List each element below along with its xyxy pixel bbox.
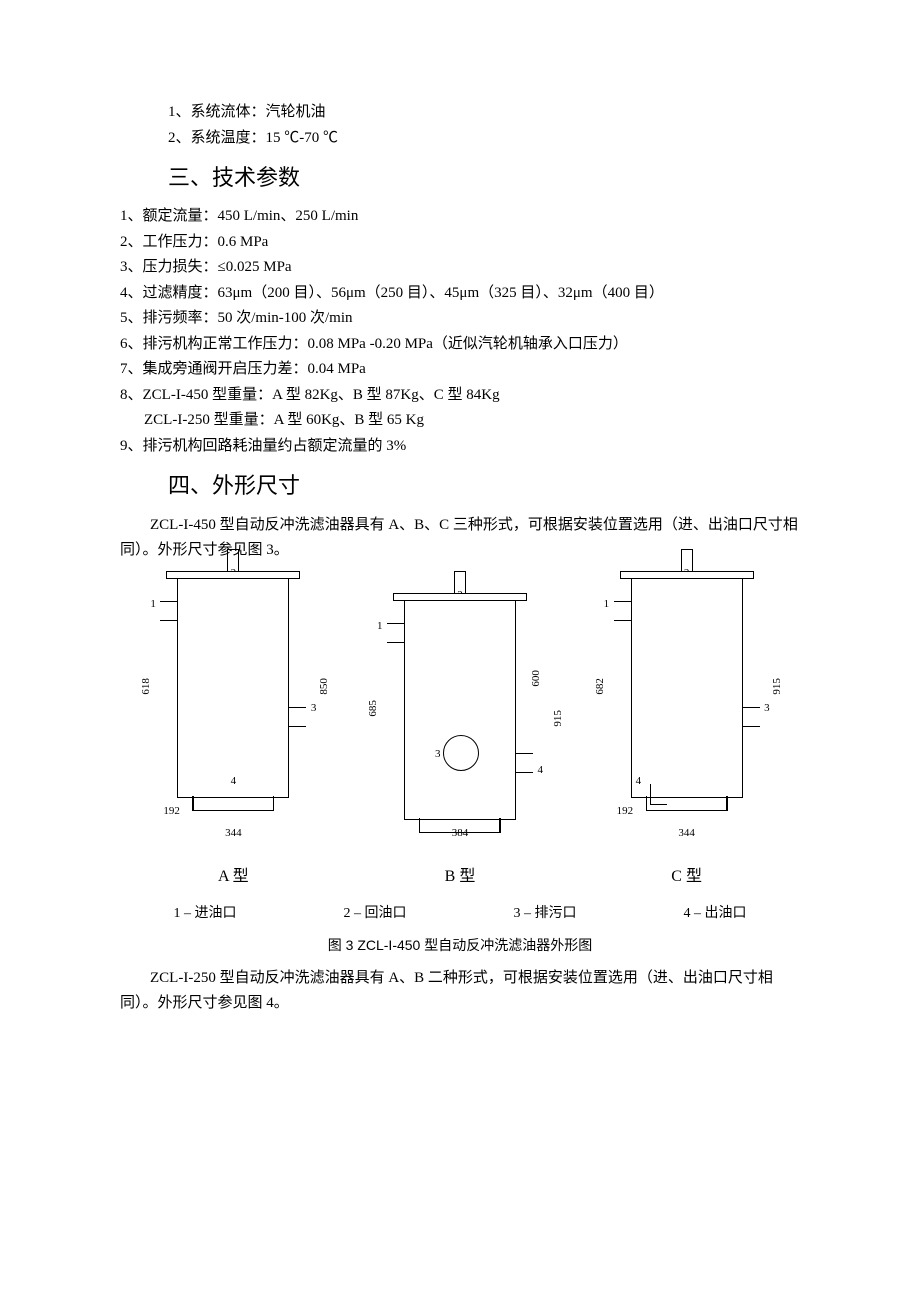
pretext-line-2: 2、系统温度：15 ℃-70 ℃ — [120, 126, 800, 152]
vessel-a-icon: 1 3 4 618 850 — [177, 576, 289, 798]
dim-c-w2: 344 — [678, 824, 695, 843]
legend-4: 4 – 出油口 — [684, 902, 747, 926]
dim-b-h3: 915 — [549, 711, 568, 728]
port-4-b-label: 4 — [537, 761, 543, 780]
legend-2: 2 – 回油口 — [344, 902, 407, 926]
section-4-heading: 四、外形尺寸 — [120, 467, 800, 504]
port-4-c-label: 4 — [636, 772, 642, 791]
port-3-b-label: 3 — [435, 745, 441, 764]
port-3-a-icon — [288, 707, 306, 727]
legend-3: 3 – 排污口 — [514, 902, 577, 926]
param-item-8b: ZCL-I-250 型重量：A 型 60Kg、B 型 65 Kg — [120, 408, 800, 434]
port-3-c-icon — [742, 707, 760, 727]
port-1-a-icon — [160, 601, 178, 621]
dim-b-h1: 685 — [364, 701, 383, 718]
type-b-label: B 型 — [445, 863, 476, 890]
dim-a-w1: 192 — [163, 802, 180, 821]
param-item-2: 2、工作压力：0.6 MPa — [120, 230, 800, 256]
figure-3: 2 1 3 4 618 850 192 344 2 — [120, 576, 800, 958]
param-item-1: 1、额定流量：450 L/min、250 L/min — [120, 204, 800, 230]
port-3-b-icon — [443, 735, 479, 771]
diagram-a: 2 1 3 4 618 850 192 344 — [133, 576, 333, 843]
port-1-c-icon — [614, 601, 632, 621]
dim-b-h2: 600 — [527, 671, 546, 688]
param-item-5: 5、排污频率：50 次/min-100 次/min — [120, 306, 800, 332]
tech-params-list: 1、额定流量：450 L/min、250 L/min 2、工作压力：0.6 MP… — [120, 204, 800, 459]
port-1-b-icon — [387, 623, 405, 643]
param-item-3: 3、压力损失：≤0.025 MPa — [120, 255, 800, 281]
pretext-line-1: 1、系统流体：汽轮机油 — [120, 100, 800, 126]
param-item-8: 8、ZCL-I-450 型重量：A 型 82Kg、B 型 87Kg、C 型 84… — [120, 383, 800, 409]
port-4-a-label: 4 — [231, 772, 237, 791]
port-1-c-label: 1 — [604, 595, 610, 614]
port-4-b-icon — [515, 753, 533, 773]
dim-c-w1: 192 — [617, 802, 634, 821]
diagram-b: 2 1 3 4 685 600 915 384 — [360, 598, 560, 843]
dim-a-w2: 344 — [225, 824, 242, 843]
section-3-heading: 三、技术参数 — [120, 159, 800, 196]
vessel-b-icon: 1 3 4 685 600 915 — [404, 598, 516, 820]
dim-c-h2: 915 — [768, 678, 787, 695]
type-c-label: C 型 — [671, 863, 702, 890]
dim-a-h1: 618 — [137, 678, 156, 695]
section-4-para-1: ZCL-I-450 型自动反冲洗滤油器具有 A、B、C 三种形式，可根据安装位置… — [120, 513, 800, 564]
param-item-9: 9、排污机构回路耗油量约占额定流量的 3% — [120, 434, 800, 460]
dim-a-h2: 850 — [315, 678, 334, 695]
port-1-b-label: 1 — [377, 617, 383, 636]
vessel-c-icon: 1 3 4 682 915 — [631, 576, 743, 798]
type-a-label: A 型 — [218, 863, 249, 890]
diagram-c: 2 1 3 4 682 915 192 344 — [587, 576, 787, 843]
port-3-a-label: 3 — [311, 699, 317, 718]
legend-1: 1 – 进油口 — [174, 902, 237, 926]
port-1-a-label: 1 — [150, 595, 156, 614]
param-item-7: 7、集成旁通阀开启压力差：0.04 MPa — [120, 357, 800, 383]
figure-3-caption: 图 3 ZCL-I-450 型自动反冲洗滤油器外形图 — [120, 934, 800, 958]
param-item-6: 6、排污机构正常工作压力：0.08 MPa -0.20 MPa（近似汽轮机轴承入… — [120, 332, 800, 358]
section-4-para-2: ZCL-I-250 型自动反冲洗滤油器具有 A、B 二种形式，可根据安装位置选用… — [120, 966, 800, 1017]
dim-c-h1: 682 — [591, 678, 610, 695]
port-3-c-label: 3 — [764, 699, 770, 718]
param-item-4: 4、过滤精度：63μm（200 目）、56μm（250 目）、45μm（325 … — [120, 281, 800, 307]
